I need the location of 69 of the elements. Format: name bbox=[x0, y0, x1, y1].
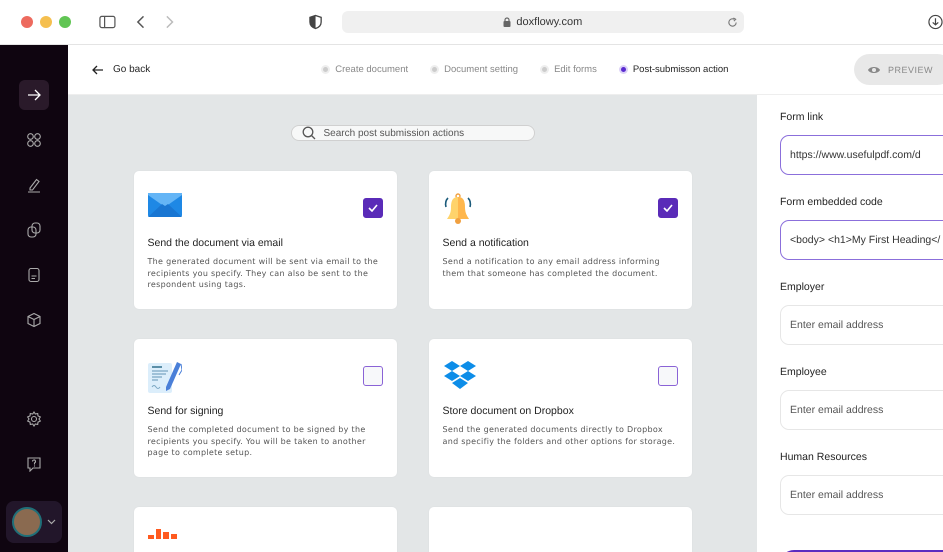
card-description: Send the completed document to be signed by the recipients you specify. You will be taken to another page to complete setup. bbox=[148, 424, 367, 458]
input-field[interactable]: Enter email address bbox=[780, 475, 943, 515]
sidebar-item[interactable] bbox=[19, 80, 49, 110]
envelope-icon bbox=[148, 193, 182, 217]
address-bar[interactable]: doxflowy.com bbox=[342, 11, 744, 33]
sidebar-toggle-icon[interactable] bbox=[99, 15, 116, 29]
cube-icon bbox=[26, 312, 42, 328]
document-pen-icon bbox=[148, 361, 182, 395]
settings-icon[interactable] bbox=[26, 411, 42, 427]
step-dot bbox=[432, 67, 438, 72]
grid-icon bbox=[26, 132, 42, 148]
input-field[interactable]: Enter email address bbox=[780, 305, 943, 345]
checkbox[interactable] bbox=[658, 198, 678, 218]
document-icon bbox=[26, 267, 42, 283]
action-card[interactable]: Send a notification Send a notification to any email address informing them that someone has completed the document. bbox=[428, 170, 692, 310]
step-tab[interactable]: Post-submisson action bbox=[620, 64, 728, 75]
profile-menu[interactable] bbox=[6, 501, 62, 543]
pencil-icon bbox=[26, 177, 42, 193]
field-label: Human Resources bbox=[780, 451, 868, 463]
arrow-right-icon bbox=[26, 87, 42, 103]
avatar bbox=[12, 507, 42, 537]
go-back-link[interactable]: Go back bbox=[92, 64, 150, 75]
step-dot bbox=[620, 67, 626, 72]
step-tab[interactable]: Document setting bbox=[432, 64, 518, 75]
download-icon[interactable] bbox=[928, 14, 943, 30]
card-title: Send the document via email bbox=[148, 237, 284, 249]
field-label: Employee bbox=[780, 366, 828, 378]
eye-icon bbox=[866, 64, 881, 74]
search-field[interactable]: Search post submission actions bbox=[290, 125, 534, 141]
checkbox[interactable] bbox=[658, 366, 678, 386]
field-label: Form embedded code bbox=[780, 196, 884, 208]
dropbox-icon bbox=[442, 361, 476, 391]
step-dot bbox=[323, 67, 328, 72]
chevron-down-icon bbox=[47, 519, 56, 525]
action-card[interactable]: Store document on Dropbox Send the generated documents directly to Dropbox and specifiy the folders and other options for storage. bbox=[428, 338, 692, 478]
back-icon[interactable] bbox=[136, 14, 146, 30]
card-title: Send for signing bbox=[148, 405, 224, 417]
input-field[interactable]: Enter email address bbox=[780, 390, 943, 430]
reload-icon[interactable] bbox=[727, 17, 738, 28]
field-label: Form link bbox=[780, 111, 824, 123]
shield-icon[interactable] bbox=[308, 14, 322, 30]
action-card[interactable]: Send the document via email The generated document will be sent via email to the recipients you specify. They can also be sent to the respondent using tags. bbox=[132, 170, 398, 310]
bell-icon bbox=[442, 193, 472, 225]
step-dot bbox=[542, 67, 548, 72]
close-dot[interactable] bbox=[21, 16, 33, 28]
copy-icon bbox=[26, 222, 42, 238]
minimize-dot[interactable] bbox=[40, 16, 52, 28]
card-title: Send a notification bbox=[442, 237, 530, 249]
url-text: doxflowy.com bbox=[516, 16, 582, 28]
card-title: Store document on Dropbox bbox=[442, 405, 575, 417]
action-card[interactable]: Send for signing Send the completed document to be signed by the recipients you specify. You will be taken to another page to complete setup. bbox=[132, 338, 398, 478]
help-icon[interactable] bbox=[26, 456, 42, 472]
card-description: Send the generated documents directly to Dropbox and specifiy the folders and other options for storage. bbox=[442, 424, 676, 447]
check-icon bbox=[368, 204, 378, 212]
lock-icon bbox=[503, 17, 512, 27]
field-label: Employer bbox=[780, 281, 826, 293]
step-tab[interactable]: Create document bbox=[323, 64, 408, 75]
check-icon bbox=[662, 204, 672, 212]
search-icon bbox=[302, 126, 316, 140]
chart-icon bbox=[148, 529, 178, 539]
checkbox[interactable] bbox=[362, 198, 382, 218]
input-field[interactable]: <body> <h1>My First Heading</ bbox=[780, 220, 943, 260]
step-tab[interactable]: Edit forms bbox=[542, 64, 597, 75]
checkbox[interactable] bbox=[362, 366, 382, 386]
card-description: Send a notification to any email address informing them that someone has completed the document. bbox=[442, 256, 661, 279]
card-description: The generated document will be sent via email to the recipients you specify. They can also be sent to the respondent using tags. bbox=[148, 256, 380, 290]
arrow-left-icon bbox=[92, 64, 104, 74]
input-field[interactable]: https://www.usefulpdf.com/d bbox=[780, 135, 943, 175]
zoom-dot[interactable] bbox=[59, 16, 71, 28]
